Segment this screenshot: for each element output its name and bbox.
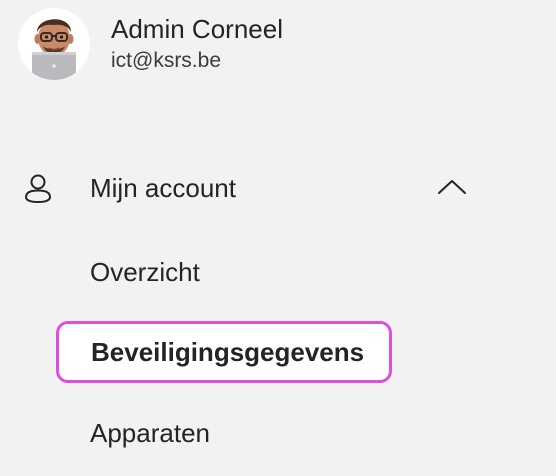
profile-name: Admin Corneel (111, 14, 283, 44)
chevron-up-icon[interactable] (436, 177, 468, 197)
person-icon (24, 174, 52, 204)
account-nav-panel: Admin Corneel ict@ksrs.be Mijn account O… (0, 0, 556, 476)
avatar (18, 8, 90, 80)
nav-item-devices[interactable]: Apparaten (90, 418, 210, 448)
nav-section-label: Mijn account (90, 173, 236, 203)
user-profile: Admin Corneel ict@ksrs.be (18, 8, 283, 80)
nav-item-security-info[interactable]: Beveiligingsgegevens (56, 321, 392, 383)
nav-section-my-account[interactable]: Mijn account (0, 160, 556, 216)
profile-text: Admin Corneel ict@ksrs.be (111, 14, 283, 74)
nav-item-overview[interactable]: Overzicht (90, 257, 200, 287)
memoji-avatar-icon (32, 19, 76, 80)
nav-item-security-info-label: Beveiligingsgegevens (91, 337, 365, 367)
profile-email: ict@ksrs.be (111, 49, 222, 72)
